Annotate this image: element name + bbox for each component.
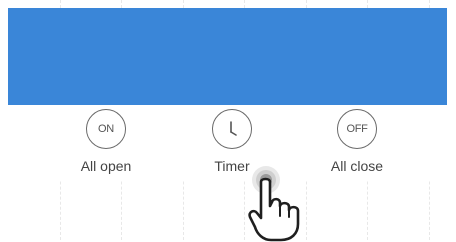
on-icon: ON bbox=[86, 109, 126, 149]
all-open-label: All open bbox=[80, 158, 132, 174]
timer-button[interactable]: Timer bbox=[187, 109, 277, 174]
clock-icon bbox=[212, 109, 252, 149]
header-banner bbox=[8, 8, 447, 105]
off-icon: OFF bbox=[337, 109, 377, 149]
timer-label: Timer bbox=[214, 158, 250, 174]
all-open-button[interactable]: ON All open bbox=[61, 109, 151, 174]
all-close-button[interactable]: OFF All close bbox=[312, 109, 402, 174]
all-close-label: All close bbox=[330, 158, 384, 174]
